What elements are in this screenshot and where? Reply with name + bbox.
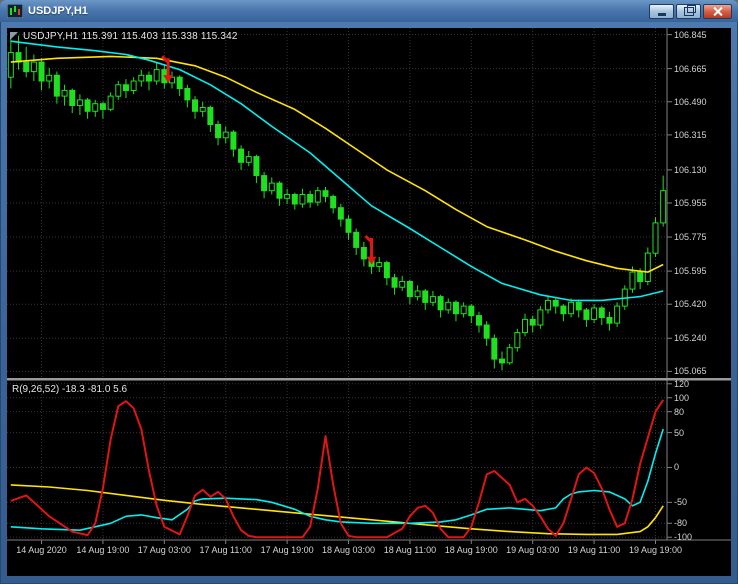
application-window: USDJPY,H1 USDJPY,H1 115.391 115.403 115.… [0,0,738,584]
price-axis-label: 105.595 [674,266,707,277]
time-axis-label: 18 Aug 03:00 [321,545,376,555]
price-axis-label: 106.130 [674,164,707,175]
chart-canvas[interactable] [7,28,731,576]
time-axis-label: 14 Aug 19:00 [76,545,130,555]
time-axis-label: 19 Aug 19:00 [628,545,683,555]
window-controls [649,3,732,19]
sell-arrow-icon [364,234,377,265]
indicator-axis-label: -80 [674,518,688,529]
time-axis-label: 19 Aug 03:00 [506,545,560,555]
price-axis-label: 105.240 [674,333,707,344]
indicator-label: R(9,26,52) -18.3 -81.0 5.6 [12,384,128,395]
ohlc-label: USDJPY,H1 115.391 115.403 115.338 115.34… [23,31,238,42]
price-axis-label: 105.065 [674,366,707,377]
one-click-trading-icon[interactable] [10,32,18,40]
window-title: USDJPY,H1 [28,5,88,17]
app-icon [6,3,24,19]
minimize-icon [657,10,666,16]
price-axis-label: 106.315 [674,129,707,140]
time-axis-label: 14 Aug 2020 [16,545,67,555]
price-axis-label: 105.775 [674,232,707,243]
restore-button[interactable] [676,3,701,19]
minimize-button[interactable] [649,3,674,19]
time-axis-label: 18 Aug 11:00 [383,545,437,555]
indicator-axis-label: 0 [674,462,680,473]
indicator-axis-label: 120 [674,378,690,389]
indicator-axis-label: 100 [674,392,690,403]
chart-window: USDJPY,H1 115.391 115.403 115.338 115.34… [7,28,731,576]
price-axis-label: 106.845 [674,29,707,40]
indicator-axis-label: -50 [674,497,688,508]
price-axis-label: 106.490 [674,96,707,107]
time-axis-label: 18 Aug 19:00 [444,545,498,555]
time-axis[interactable]: 14 Aug 2020 14 Aug 19:00 17 Aug 03:00 17 Au… [7,540,731,576]
price-axis[interactable]: 106.845 106.665 106.490 106.315 106.130 105.9… [667,28,731,543]
indicator-axis-label: 80 [674,406,685,417]
price-axis-label: 105.955 [674,198,707,208]
indicator-axis-label: 50 [674,427,685,438]
time-axis-label: 19 Aug 11:00 [567,545,621,555]
time-axis-label: 17 Aug 11:00 [199,545,252,555]
price-axis-label: 105.420 [674,299,707,310]
price-axis-label: 106.665 [674,63,707,74]
title-bar[interactable]: USDJPY,H1 [0,0,738,22]
restore-icon [683,4,696,16]
close-icon [712,6,723,17]
close-button[interactable] [703,3,732,19]
time-axis-label: 17 Aug 03:00 [137,545,191,555]
time-axis-label: 17 Aug 19:00 [260,545,314,555]
